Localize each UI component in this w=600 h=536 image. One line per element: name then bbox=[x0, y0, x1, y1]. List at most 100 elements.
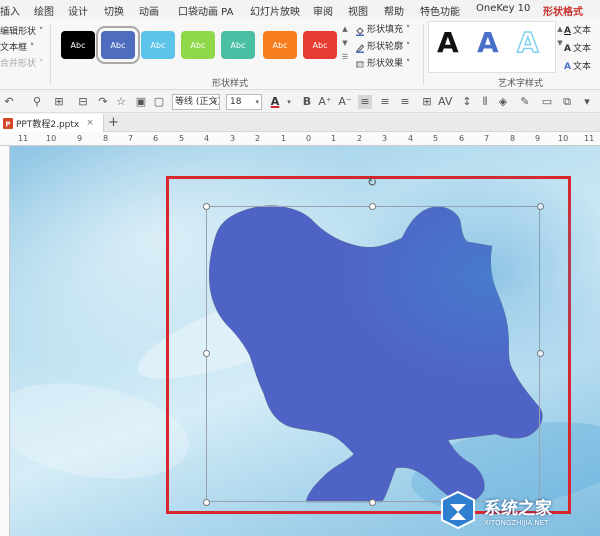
resize-handle-left[interactable] bbox=[203, 350, 210, 357]
tab-review[interactable]: 审阅 bbox=[313, 3, 333, 18]
star-icon[interactable]: ☆ bbox=[114, 95, 128, 109]
text-effects-button[interactable]: A 文本 bbox=[564, 58, 600, 76]
gallery-down-icon[interactable]: ▼ bbox=[340, 36, 350, 50]
pin-icon[interactable]: ⚲ bbox=[30, 95, 44, 109]
tab-view[interactable]: 视图 bbox=[348, 3, 368, 18]
style-swatch-orange[interactable]: Abc bbox=[263, 31, 297, 59]
tab-draw[interactable]: 绘图 bbox=[34, 3, 54, 18]
slide-canvas[interactable]: ↻ bbox=[10, 146, 600, 536]
insert-shapes-group: 编辑形状 ˅ 文本框 ˅ 合并形状 ˅ bbox=[0, 24, 48, 72]
paint-bucket-icon bbox=[356, 26, 364, 36]
tab-design[interactable]: 设计 bbox=[68, 3, 88, 18]
text-effects-icon: A bbox=[564, 62, 571, 72]
horizontal-ruler: 11 10 9 8 7 6 5 4 3 2 1 0 1 2 3 4 5 6 7 … bbox=[0, 132, 600, 146]
frame-icon[interactable]: ▣ bbox=[134, 95, 148, 109]
tab-insert[interactable]: 插入 bbox=[0, 3, 20, 18]
shape-fill-label: 形状填充 ˅ bbox=[367, 25, 411, 35]
add-tab-icon[interactable]: + bbox=[108, 115, 119, 131]
tab-slideshow[interactable]: 幻灯片放映 bbox=[250, 3, 300, 18]
fill-color-icon[interactable]: ◈ bbox=[496, 95, 510, 109]
align-left-icon[interactable]: ≡ bbox=[358, 95, 372, 109]
font-name-select[interactable]: 等线 (正文) ▾ bbox=[172, 94, 220, 110]
font-size-select[interactable]: 18 ▾ bbox=[226, 94, 262, 110]
menu-bar: 插入 绘图 设计 切换 动画 口袋动画 PA 幻灯片放映 审阅 视图 帮助 特色… bbox=[0, 0, 600, 21]
tab-animations[interactable]: 动画 bbox=[139, 3, 159, 18]
style-swatch-teal[interactable]: Abc bbox=[221, 31, 255, 59]
ruler-number: 4 bbox=[408, 134, 414, 143]
tab-features[interactable]: 特色功能 bbox=[420, 3, 460, 18]
gallery-more-icon[interactable]: ☰ bbox=[340, 50, 350, 64]
text-format-commands: A 文本 A 文本 A 文本 bbox=[564, 22, 600, 76]
tab-onekey[interactable]: OneKey 10 bbox=[476, 3, 530, 14]
ruler-number: 4 bbox=[204, 134, 210, 143]
outline-color-icon[interactable]: ✎ bbox=[518, 95, 532, 109]
columns-icon[interactable]: ⫴ bbox=[478, 95, 492, 109]
text-fill-icon: A bbox=[564, 26, 571, 36]
font-size-value: 18 bbox=[230, 97, 242, 107]
gallery-up-icon[interactable]: ▲ bbox=[340, 22, 350, 36]
chevron-down-icon: ▾ bbox=[255, 98, 259, 106]
layout-icon[interactable]: ⊟ bbox=[76, 95, 90, 109]
style-swatch-light-blue[interactable]: Abc bbox=[141, 31, 175, 59]
ruler-number: 0 bbox=[306, 134, 312, 143]
increase-font-icon[interactable]: A⁺ bbox=[318, 95, 332, 109]
shape-effects-button[interactable]: 形状效果 ˅ bbox=[355, 56, 421, 73]
edit-shape-button[interactable]: 编辑形状 ˅ bbox=[0, 24, 48, 40]
resize-handle-right[interactable] bbox=[537, 350, 544, 357]
style-swatch-green[interactable]: Abc bbox=[181, 31, 215, 59]
style-swatch-black[interactable]: Abc bbox=[61, 31, 95, 59]
arrange-icon[interactable]: ⧉ bbox=[560, 95, 574, 109]
wordart-style-black[interactable]: A bbox=[437, 26, 459, 59]
close-icon[interactable]: × bbox=[86, 118, 94, 128]
resize-handle-top-left[interactable] bbox=[203, 203, 210, 210]
wordart-style-blue[interactable]: A bbox=[477, 26, 499, 59]
shape-effects-icon bbox=[356, 61, 364, 68]
ruler-number: 5 bbox=[179, 134, 185, 143]
text-fill-button[interactable]: A 文本 bbox=[564, 22, 600, 40]
text-spacing-icon[interactable]: AV bbox=[438, 95, 452, 109]
pen-outline-icon bbox=[356, 43, 365, 53]
tab-transitions[interactable]: 切换 bbox=[104, 3, 124, 18]
group-divider bbox=[50, 24, 51, 84]
group-divider bbox=[423, 24, 424, 84]
watermark-title: 系统之家 bbox=[484, 498, 552, 519]
text-box-button[interactable]: 文本框 ˅ bbox=[0, 40, 48, 56]
text-outline-button[interactable]: A 文本 bbox=[564, 40, 600, 58]
align-center-icon[interactable]: ≡ bbox=[378, 95, 392, 109]
tab-help[interactable]: 帮助 bbox=[384, 3, 404, 18]
rotate-icon[interactable]: ↻ bbox=[365, 175, 379, 189]
ruler-number: 2 bbox=[357, 134, 363, 143]
resize-handle-bottom-left[interactable] bbox=[203, 499, 210, 506]
align-right-icon[interactable]: ≡ bbox=[398, 95, 412, 109]
text-effects-label: 文本 bbox=[572, 62, 591, 72]
redo-icon[interactable]: ↷ bbox=[96, 95, 110, 109]
site-watermark: 系统之家 XITONGZHIJIA.NET bbox=[438, 484, 600, 536]
resize-handle-top[interactable] bbox=[369, 203, 376, 210]
effects-icon[interactable]: ▭ bbox=[540, 95, 554, 109]
more-icon[interactable]: ▾ bbox=[580, 95, 594, 109]
font-color-icon[interactable]: A bbox=[268, 95, 282, 109]
tab-pocket-animation[interactable]: 口袋动画 PA bbox=[178, 3, 233, 18]
resize-handle-top-right[interactable] bbox=[537, 203, 544, 210]
line-spacing-icon[interactable]: ↕ bbox=[460, 95, 474, 109]
merge-shapes-button[interactable]: 合并形状 ˅ bbox=[0, 56, 48, 72]
bold-icon[interactable]: B bbox=[300, 95, 314, 109]
grid-icon[interactable]: ⊞ bbox=[52, 95, 66, 109]
style-swatch-red[interactable]: Abc bbox=[303, 31, 337, 59]
ruler-number: 2 bbox=[255, 134, 261, 143]
shape-fill-button[interactable]: 形状填充 ˅ bbox=[355, 22, 421, 39]
undo-icon[interactable]: ↶ bbox=[2, 95, 16, 109]
chevron-down-icon[interactable]: ▾ bbox=[282, 95, 296, 109]
shape-outline-button[interactable]: 形状轮廓 ˅ bbox=[355, 39, 421, 56]
svg-text:P: P bbox=[5, 120, 10, 128]
style-swatch-blue[interactable]: Abc bbox=[96, 26, 140, 64]
shape-outline-label: 形状轮廓 ˅ bbox=[367, 42, 411, 52]
document-tab[interactable]: P PPT教程2.pptx × bbox=[0, 114, 104, 132]
ruler-number: 10 bbox=[558, 134, 569, 143]
image-icon[interactable]: ▢ bbox=[152, 95, 166, 109]
wordart-style-outline[interactable]: A bbox=[516, 25, 539, 60]
table-icon[interactable]: ⊞ bbox=[420, 95, 434, 109]
decrease-font-icon[interactable]: A⁻ bbox=[338, 95, 352, 109]
resize-handle-bottom[interactable] bbox=[369, 499, 376, 506]
ruler-number: 5 bbox=[433, 134, 439, 143]
